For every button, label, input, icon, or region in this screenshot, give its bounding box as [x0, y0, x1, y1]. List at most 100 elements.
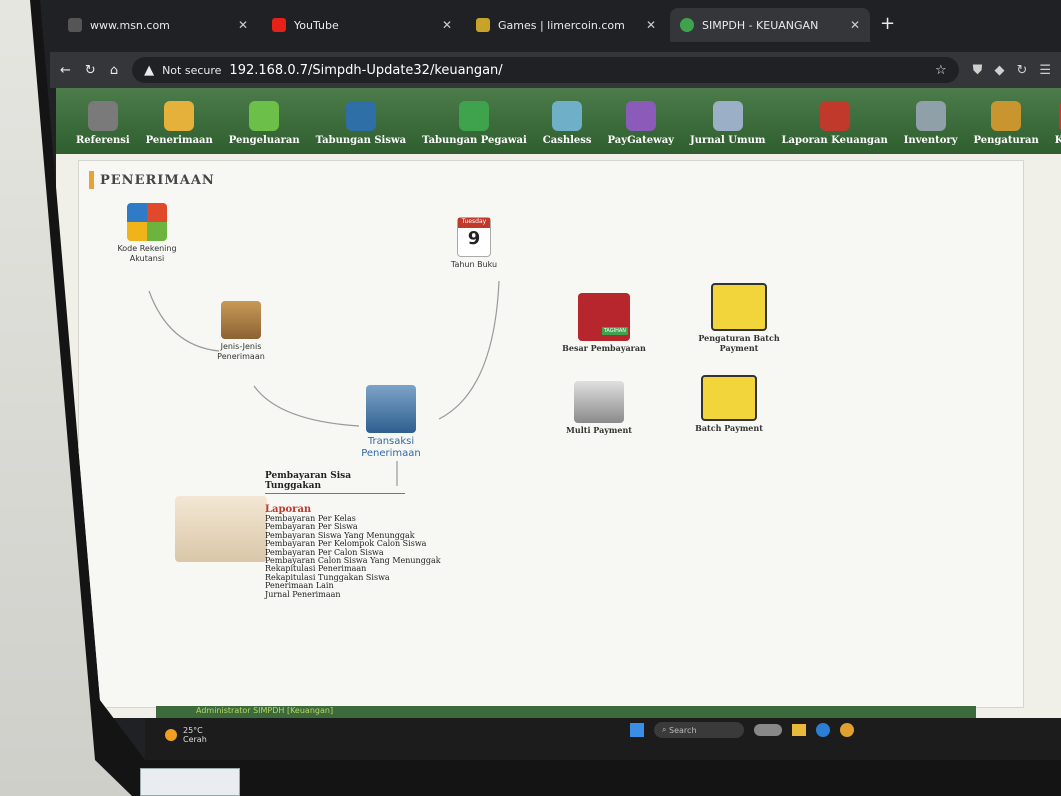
tab-youtube[interactable]: YouTube ✕ — [262, 8, 462, 42]
weather-condition: Cerah — [183, 735, 207, 744]
task-view-icon[interactable] — [754, 724, 782, 736]
tab-simpdh[interactable]: SIMPDH - KEUANGAN ✕ — [670, 8, 870, 42]
calendar-number: 9 — [467, 228, 481, 249]
screen: www.msn.com ✕ YouTube ✕ Games | limercoi… — [40, 0, 1061, 760]
refresh-icon[interactable]: ↻ — [1016, 63, 1027, 78]
tab-games[interactable]: Games | limercoin.com ✕ — [466, 8, 666, 42]
menu-inventory-icon — [915, 101, 946, 131]
url-field[interactable]: ▲ Not secure 192.168.0.7/Simpdh-Update32… — [132, 57, 959, 83]
menu-referensi[interactable]: Referensi — [76, 101, 130, 146]
sisa-tunggakan-link[interactable]: Pembayaran Sisa Tunggakan — [265, 471, 405, 494]
home-icon[interactable]: ⌂ — [110, 63, 118, 78]
transaksi-label: Transaksi Penerimaan — [361, 436, 421, 459]
hp-sticker — [140, 768, 240, 796]
weather-widget[interactable]: 25°C Cerah — [165, 726, 207, 744]
favorite-star-icon[interactable]: ☆ — [935, 63, 947, 78]
youtube-icon — [272, 18, 286, 32]
taskbar-center: ⌕ Search — [630, 722, 854, 738]
sun-icon — [165, 729, 177, 741]
tagihan-folder-icon: TAGIHAN — [578, 293, 630, 341]
pengaturan-batch-label: Pengaturan Batch Payment — [698, 333, 780, 353]
extension-icon[interactable]: ◆ — [994, 63, 1004, 78]
menu-keluar[interactable]: Keluar — [1055, 101, 1061, 146]
box-icon — [221, 301, 261, 339]
close-tab-icon[interactable]: ✕ — [442, 18, 452, 32]
windows-start-icon[interactable] — [630, 723, 644, 737]
menu-label: PayGateway — [607, 135, 674, 146]
taskbar: 25°C Cerah ⌕ Search — [145, 718, 1061, 760]
url-text: 192.168.0.7/Simpdh-Update32/keuangan/ — [229, 62, 503, 78]
pengaturan-batch-node[interactable]: Pengaturan Batch Payment — [684, 283, 794, 353]
menu-label: Pengeluaran — [228, 135, 300, 146]
calendar-day: Tuesday — [458, 218, 490, 228]
menu-label: Cashless — [542, 135, 592, 146]
menu-jurnal-umum[interactable]: Jurnal Umum — [690, 101, 765, 146]
main-menu: Referensi Penerimaan Pengeluaran Tabungan S… — [56, 88, 1061, 154]
kode-rekening-node[interactable]: Kode Rekening Akutansi — [107, 203, 187, 263]
new-tab-button[interactable]: + — [874, 13, 901, 42]
laporan-link[interactable]: Jurnal Penerimaan — [265, 590, 441, 599]
extensions: ⛊ ◆ ↻ ☰ — [973, 63, 1051, 78]
close-tab-icon[interactable]: ✕ — [646, 18, 656, 32]
menu-label: Tabungan Pegawai — [422, 135, 527, 146]
tagihan-tag: TAGIHAN — [601, 327, 628, 335]
simpdh-icon — [680, 18, 694, 32]
menu-tabungan-pegawai[interactable]: Tabungan Pegawai — [422, 101, 527, 146]
kode-rekening-label: Kode Rekening Akutansi — [117, 244, 177, 263]
tahun-buku-label: Tahun Buku — [450, 260, 498, 269]
transaksi-penerimaan-node[interactable]: Transaksi Penerimaan — [341, 385, 441, 460]
menu-tabungan-pegawai-icon — [459, 101, 490, 131]
games-icon — [476, 18, 490, 32]
menu-label: Keluar — [1054, 135, 1061, 146]
close-tab-icon[interactable]: ✕ — [850, 18, 860, 32]
menu-label: Inventory — [903, 135, 958, 146]
menu-cashless[interactable]: Cashless — [543, 101, 592, 146]
app-window: Referensi Penerimaan Pengeluaran Tabungan S… — [56, 88, 1061, 718]
back-icon[interactable]: ← — [60, 63, 71, 78]
calendar-icon: Tuesday 9 — [457, 217, 491, 257]
menu-paygateway[interactable]: PayGateway — [608, 101, 674, 146]
laporan-node[interactable] — [171, 496, 271, 562]
close-tab-icon[interactable]: ✕ — [238, 18, 248, 32]
multi-payment-node[interactable]: Multi Payment — [549, 381, 649, 436]
batch-label: Batch Payment — [695, 423, 763, 433]
chrome-icon[interactable] — [840, 723, 854, 737]
menu-inventory[interactable]: Inventory — [904, 101, 958, 146]
search-icon: ⌕ — [662, 725, 670, 734]
tab-title: www.msn.com — [90, 18, 170, 32]
menu-cashless-icon — [552, 101, 583, 131]
temperature: 25°C — [183, 726, 203, 735]
menu-pengeluaran-icon — [249, 101, 280, 131]
report-magnifier-icon — [175, 496, 267, 562]
menu-pengaturan[interactable]: Pengaturan — [974, 101, 1039, 146]
multi-label: Multi Payment — [566, 425, 632, 435]
jenis-label: Jenis-Jenis Penerimaan — [217, 342, 265, 361]
favorites-icon[interactable]: ☰ — [1039, 63, 1051, 78]
warning-icon: ▲ — [144, 62, 155, 78]
search-placeholder: Search — [669, 725, 697, 735]
menu-tabungan-siswa[interactable]: Tabungan Siswa — [316, 101, 406, 146]
shield-icon[interactable]: ⛊ — [973, 63, 983, 78]
menu-laporan-keuangan[interactable]: Laporan Keuangan — [781, 101, 888, 146]
edge-icon[interactable] — [816, 723, 830, 737]
jenis-penerimaan-node[interactable]: Jenis-Jenis Penerimaan — [201, 301, 281, 361]
tab-title: SIMPDH - KEUANGAN — [702, 18, 819, 32]
taskbar-search[interactable]: ⌕ Search — [654, 722, 744, 738]
reload-icon[interactable]: ↻ — [85, 63, 96, 78]
menu-label: Penerimaan — [145, 135, 213, 146]
tahun-buku-node[interactable]: Tuesday 9 Tahun Buku — [439, 217, 509, 270]
menu-pengeluaran[interactable]: Pengeluaran — [229, 101, 300, 146]
batch-folder-icon — [701, 375, 757, 421]
menu-label: Pengaturan — [973, 135, 1039, 146]
tab-msn[interactable]: www.msn.com ✕ — [58, 8, 258, 42]
batch-payment-node[interactable]: Batch Payment — [674, 375, 784, 434]
content-panel: PENERIMAAN Kode Rekening Akutansi Tuesda… — [78, 160, 1024, 708]
msn-icon — [68, 18, 82, 32]
menu-penerimaan[interactable]: Penerimaan — [146, 101, 213, 146]
besar-pembayaran-node[interactable]: TAGIHAN Besar Pembayaran — [549, 293, 659, 354]
besar-label: Besar Pembayaran — [562, 343, 646, 353]
file-explorer-icon[interactable] — [792, 724, 806, 736]
monitor-bezel: www.msn.com ✕ YouTube ✕ Games | limercoi… — [30, 0, 1061, 796]
menu-label: Jurnal Umum — [690, 135, 766, 146]
tab-bar: www.msn.com ✕ YouTube ✕ Games | limercoi… — [50, 0, 1061, 42]
